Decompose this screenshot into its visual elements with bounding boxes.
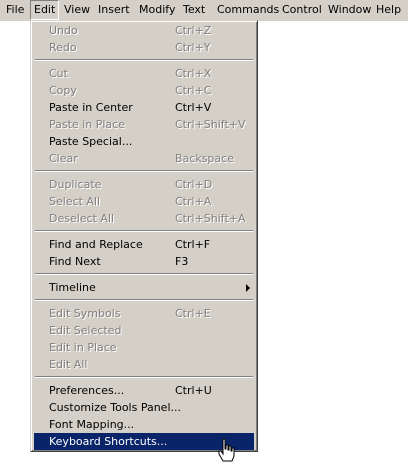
menu-item-label: Select All (49, 195, 101, 208)
menu-item-label: Deselect All (49, 212, 115, 225)
edit-dropdown-menu: Undo Ctrl+Z Redo Ctrl+Y Cut Ctrl+X Copy … (30, 20, 258, 452)
menu-item-shortcut: Ctrl+V (175, 101, 212, 114)
menu-item-label: Timeline (49, 281, 96, 294)
menu-item-label: Edit Selected (49, 324, 122, 337)
menu-item-shortcut: Ctrl+Shift+A (175, 212, 246, 225)
menu-item-label: Duplicate (49, 178, 102, 191)
menu-item-font-mapping[interactable]: Font Mapping... (34, 416, 254, 433)
menu-item-edit-selected[interactable]: Edit Selected (34, 322, 254, 339)
menu-view[interactable]: View (64, 0, 90, 20)
menu-item-shortcut: Ctrl+Shift+V (175, 118, 246, 131)
menu-item-undo[interactable]: Undo Ctrl+Z (34, 22, 254, 39)
menu-item-paste-in-place[interactable]: Paste in Place Ctrl+Shift+V (34, 116, 254, 133)
menu-item-shortcut: Ctrl+F (175, 238, 211, 251)
menu-item-label: Paste Special... (49, 135, 133, 148)
menu-item-timeline[interactable]: Timeline (34, 279, 254, 296)
menu-item-label: Find Next (49, 255, 101, 268)
menu-item-shortcut: Ctrl+D (175, 178, 213, 191)
menu-item-paste-in-center[interactable]: Paste in Center Ctrl+V (34, 99, 254, 116)
menu-file[interactable]: File (6, 0, 24, 20)
menu-item-label: Clear (49, 152, 78, 165)
menu-separator (35, 230, 253, 232)
menu-item-shortcut: Ctrl+E (175, 307, 211, 320)
menu-edit[interactable]: Edit (30, 0, 60, 20)
menu-item-deselect-all[interactable]: Deselect All Ctrl+Shift+A (34, 210, 254, 227)
menu-item-label: Edit All (49, 358, 88, 371)
menu-item-label: Undo (49, 24, 78, 37)
menu-item-find-next[interactable]: Find Next F3 (34, 253, 254, 270)
menu-item-shortcut: Ctrl+X (175, 67, 212, 80)
menu-item-shortcut: F3 (175, 255, 189, 268)
menu-item-label: Cut (49, 67, 68, 80)
menu-item-label: Paste in Place (49, 118, 125, 131)
menu-item-customize-tools-panel[interactable]: Customize Tools Panel... (34, 399, 254, 416)
menu-item-shortcut: Ctrl+Z (175, 24, 212, 37)
menu-text[interactable]: Text (183, 0, 205, 20)
menu-item-label: Find and Replace (49, 238, 143, 251)
menu-separator (35, 273, 253, 275)
menu-item-select-all[interactable]: Select All Ctrl+A (34, 193, 254, 210)
menu-insert[interactable]: Insert (98, 0, 130, 20)
menu-separator (35, 299, 253, 301)
menu-separator (35, 376, 253, 378)
menu-item-clear[interactable]: Clear Backspace (34, 150, 254, 167)
menu-item-preferences[interactable]: Preferences... Ctrl+U (34, 382, 254, 399)
menu-item-shortcut: Ctrl+Y (175, 41, 211, 54)
menu-control[interactable]: Control (282, 0, 322, 20)
menu-item-label: Paste in Center (49, 101, 133, 114)
menu-item-label: Font Mapping... (49, 418, 135, 431)
menu-item-label: Preferences... (49, 384, 125, 397)
menu-item-label: Edit in Place (49, 341, 117, 354)
menu-separator (35, 170, 253, 172)
hand-cursor-icon (218, 438, 235, 462)
menu-help[interactable]: Help (376, 0, 401, 20)
menu-item-duplicate[interactable]: Duplicate Ctrl+D (34, 176, 254, 193)
menu-item-shortcut: Ctrl+C (175, 84, 212, 97)
menu-item-copy[interactable]: Copy Ctrl+C (34, 82, 254, 99)
menu-item-edit-all[interactable]: Edit All (34, 356, 254, 373)
menu-item-shortcut: Ctrl+U (175, 384, 212, 397)
menu-item-paste-special[interactable]: Paste Special... (34, 133, 254, 150)
menu-item-label: Keyboard Shortcuts... (49, 435, 168, 448)
menu-item-label: Redo (49, 41, 77, 54)
menu-item-cut[interactable]: Cut Ctrl+X (34, 65, 254, 82)
menu-bar: File Edit View Insert Modify Text Comman… (0, 0, 408, 21)
menu-item-label: Copy (49, 84, 77, 97)
menu-separator (35, 59, 253, 61)
menu-item-label: Customize Tools Panel... (49, 401, 181, 414)
menu-window[interactable]: Window (328, 0, 371, 20)
menu-item-edit-in-place[interactable]: Edit in Place (34, 339, 254, 356)
menu-modify[interactable]: Modify (139, 0, 175, 20)
menu-item-shortcut: Ctrl+A (175, 195, 212, 208)
menu-item-edit-symbols[interactable]: Edit Symbols Ctrl+E (34, 305, 254, 322)
menu-commands[interactable]: Commands (217, 0, 279, 20)
menu-item-find-and-replace[interactable]: Find and Replace Ctrl+F (34, 236, 254, 253)
menu-item-label: Edit Symbols (49, 307, 121, 320)
submenu-arrow-icon (246, 284, 250, 292)
menu-item-redo[interactable]: Redo Ctrl+Y (34, 39, 254, 56)
menu-item-shortcut: Backspace (175, 152, 234, 165)
